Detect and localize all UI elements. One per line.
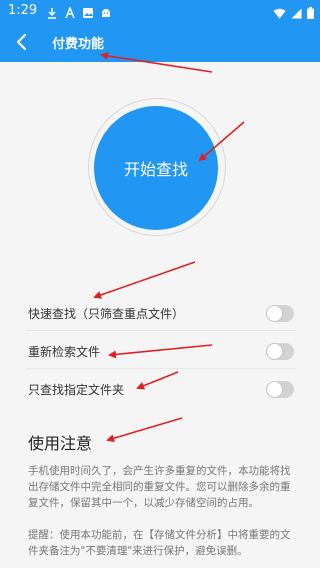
reindex-toggle[interactable]: [266, 343, 294, 360]
setting-row-reindex[interactable]: 重新检索文件: [26, 335, 296, 369]
annotation-arrow: [106, 417, 183, 443]
start-search-button[interactable]: 开始查找: [94, 106, 218, 230]
font-icon: [64, 4, 76, 19]
notes-title: 使用注意: [28, 434, 93, 453]
notes-paragraph-1: 手机使用时间久了，会产生许多重复的文件，本功能将找出存储文件中完全相同的重复文件…: [28, 465, 291, 509]
page-title: 付费功能: [52, 37, 105, 52]
annotation-arrow: [93, 261, 196, 299]
setting-row-quick-search[interactable]: 快速查找（只筛查重点文件）: [26, 297, 296, 331]
status-bar: 1:29: [0, 0, 320, 22]
app-bar: 付费功能: [0, 22, 320, 62]
image-icon: [82, 4, 94, 18]
setting-label-specific-folder: 只查找指定文件夹: [28, 383, 125, 397]
setting-row-specific-folder[interactable]: 只查找指定文件夹: [26, 373, 296, 407]
back-button[interactable]: [10, 30, 34, 54]
status-time: 1:29: [8, 3, 38, 18]
android-icon: [100, 4, 112, 17]
back-arrow-icon: [16, 33, 27, 51]
setting-label-quick-search: 快速查找（只筛查重点文件）: [28, 307, 185, 321]
download-icon: [46, 4, 58, 19]
status-notification-icons: [46, 4, 112, 19]
toggle-knob: [266, 305, 283, 322]
toggle-knob: [266, 343, 283, 360]
toggle-knob: [266, 381, 283, 398]
start-search-label: 开始查找: [123, 160, 188, 179]
battery-icon: [307, 4, 314, 23]
quick-search-toggle[interactable]: [266, 305, 294, 322]
signal-icon: [291, 4, 302, 23]
setting-label-reindex: 重新检索文件: [28, 345, 101, 359]
status-system-icons: [273, 4, 314, 23]
specific-folder-toggle[interactable]: [266, 381, 294, 398]
wifi-icon: [273, 4, 286, 23]
notes-paragraph-2: 提醒：使用本功能前，在【存储文件分析】中将重要的文件夹备注为"不要清理"来进行保…: [28, 529, 291, 557]
